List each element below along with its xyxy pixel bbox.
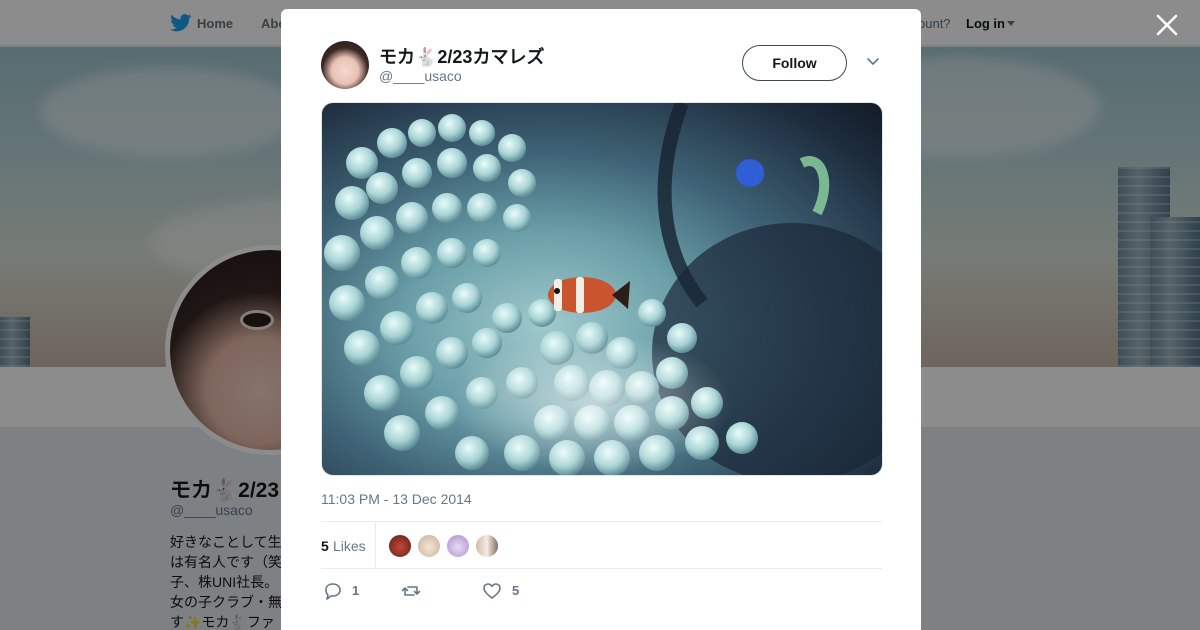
liker-avatar[interactable] xyxy=(417,534,441,558)
tweet-modal: モカ🐇2/23カマレズ @____usaco Follow 11:03 PM -… xyxy=(281,9,921,630)
liker-avatar[interactable] xyxy=(446,534,470,558)
likes-label[interactable]: Likes xyxy=(333,538,366,554)
chevron-down-icon[interactable] xyxy=(866,57,880,67)
tweet-photo[interactable] xyxy=(321,102,883,476)
tweet-timestamp[interactable]: 11:03 PM - 13 Dec 2014 xyxy=(321,491,472,507)
reply-icon[interactable] xyxy=(323,581,343,601)
tweet-stats: 5 Likes xyxy=(321,521,882,569)
like-count: 5 xyxy=(512,583,520,598)
heart-icon[interactable] xyxy=(482,581,502,601)
photo-anemone-illustration xyxy=(324,103,882,475)
liker-avatar[interactable] xyxy=(475,534,499,558)
reply-count: 1 xyxy=(352,583,360,598)
retweet-icon[interactable] xyxy=(401,581,421,601)
author-name[interactable]: モカ🐇2/23カマレズ xyxy=(379,43,544,69)
likes-count[interactable]: 5 xyxy=(321,538,329,554)
close-icon[interactable] xyxy=(1154,12,1180,38)
liker-avatar[interactable] xyxy=(388,534,412,558)
stats-divider xyxy=(375,522,376,569)
follow-button[interactable]: Follow xyxy=(742,45,847,81)
author-handle[interactable]: @____usaco xyxy=(379,68,462,84)
tweet-actions: 1 5 xyxy=(321,579,621,603)
author-avatar[interactable] xyxy=(321,41,369,89)
